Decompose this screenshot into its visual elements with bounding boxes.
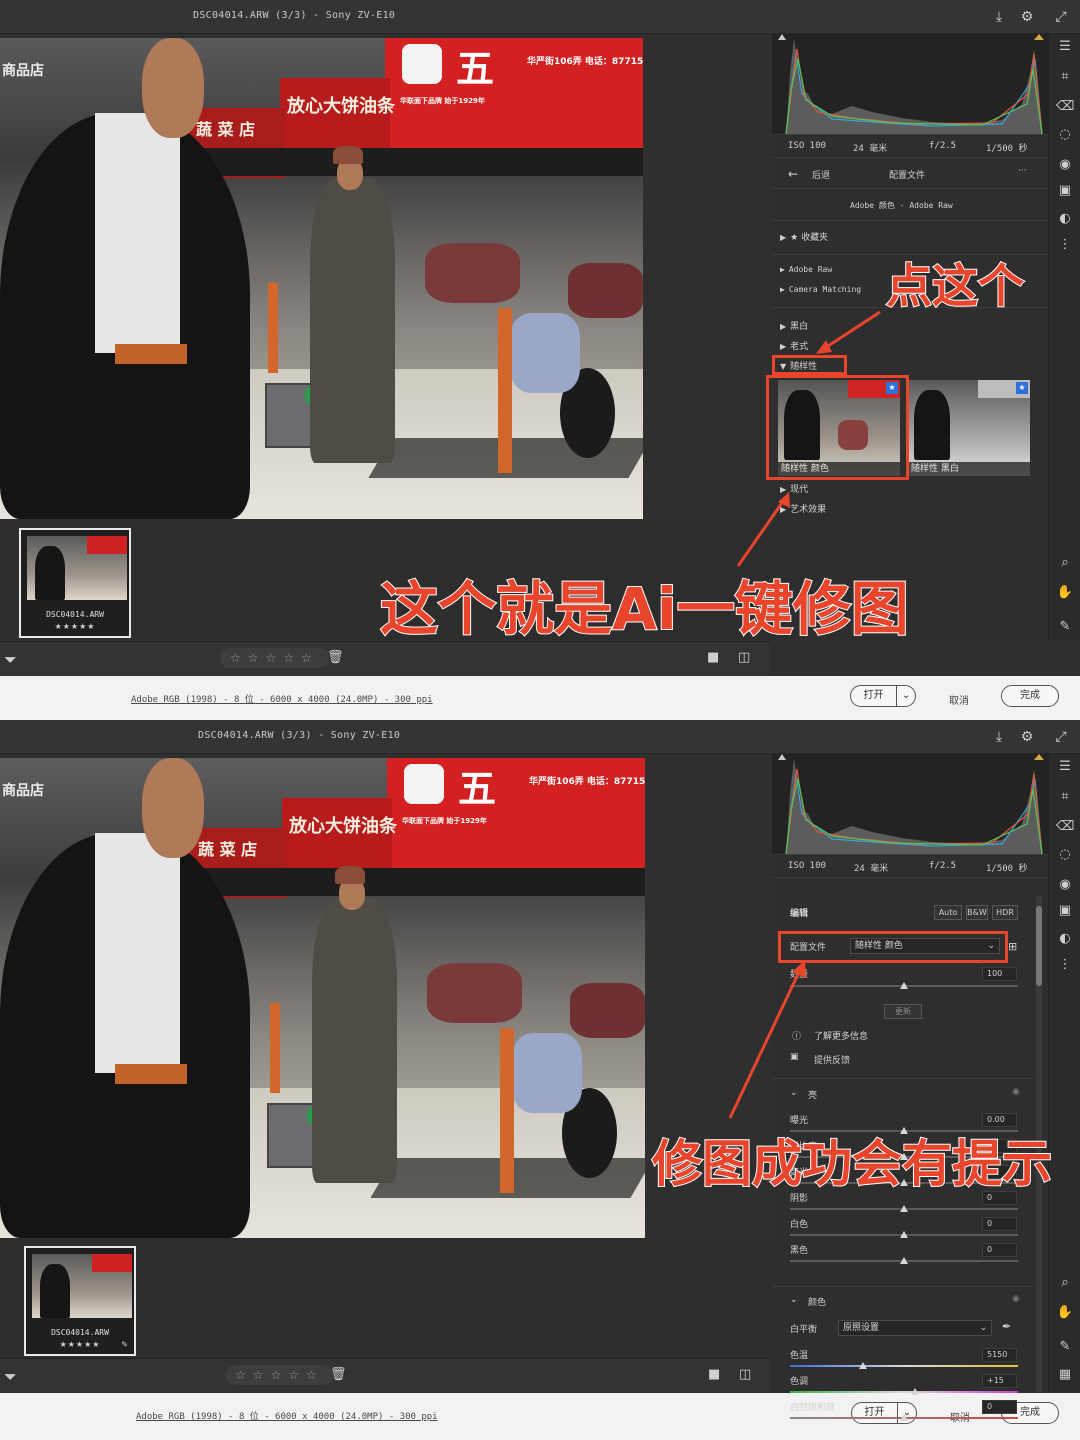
annotation-click-this: 点这个 [885, 258, 1025, 314]
annotation-ai-edit: 这个就是Ai一键修图 [379, 574, 910, 644]
screenshot-top: DSC04014.ARW (3/3) - Sony ZV-E10 ⤓ ⚙ ⤢ 五… [0, 0, 1080, 720]
annotation-arrow [728, 960, 806, 1119]
annotation-success: 修图成功会有提示 [651, 1134, 1053, 1194]
screenshot-bottom: DSC04014.ARW (3/3) - Sony ZV-E10 ⤓ ⚙ ⤢ 五… [0, 720, 1080, 1440]
